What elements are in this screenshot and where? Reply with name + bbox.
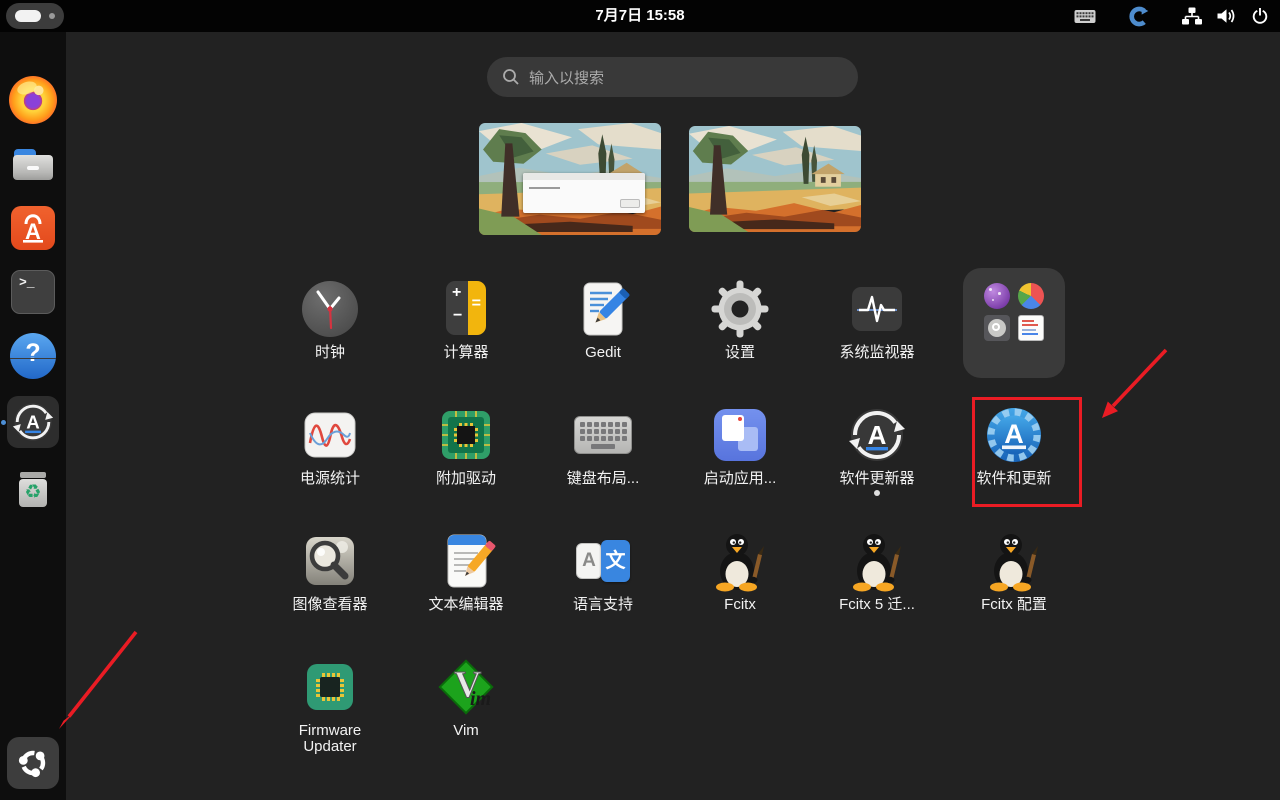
- running-indicator-dot: [874, 490, 880, 496]
- network-wired-icon[interactable]: [1181, 6, 1203, 26]
- app-label: 语言支持: [548, 597, 658, 613]
- annotation-highlight-box: [972, 397, 1082, 507]
- settings-gear-icon: [708, 277, 772, 341]
- app-label: 计算器: [411, 345, 521, 361]
- app-label: 附加驱动: [411, 471, 521, 487]
- gedit-icon: [571, 277, 635, 341]
- software-updater-icon: [845, 403, 909, 467]
- app-label: 启动应用...: [685, 471, 795, 487]
- trash-icon: ♻: [9, 464, 57, 512]
- app-label: 系统监视器: [822, 345, 932, 361]
- dialog-window-thumbnail[interactable]: [523, 173, 645, 212]
- clock-icon: [298, 277, 362, 341]
- app-label: 设置: [685, 345, 795, 361]
- app-label: Gedit: [548, 345, 658, 361]
- app-label: 时钟: [275, 345, 385, 361]
- ubuntu-software-icon: A: [11, 206, 55, 250]
- app-folder-tools[interactable]: 工具: [959, 268, 1069, 388]
- app-label: 文本编辑器: [411, 597, 521, 613]
- search-icon: [502, 68, 520, 86]
- dock-terminal-button[interactable]: >_: [9, 268, 57, 316]
- vim-icon: V im: [434, 655, 498, 719]
- additional-drivers-icon: [434, 403, 498, 467]
- text-editor-icon: [434, 529, 498, 593]
- app-text-editor[interactable]: 文本编辑器: [411, 520, 521, 640]
- startup-applications-icon: [708, 403, 772, 467]
- terminal-icon: >_: [11, 270, 55, 314]
- app-keyboard-layout[interactable]: 键盘布局...: [548, 394, 658, 514]
- annotation-arrow-to-show-apps: [59, 632, 136, 729]
- status-tray[interactable]: [1074, 0, 1270, 32]
- software-and-updates-icon: [10, 399, 56, 445]
- power-statistics-icon: [298, 403, 362, 467]
- app-settings[interactable]: 设置: [685, 268, 795, 388]
- app-fcitx[interactable]: Fcitx: [685, 520, 795, 640]
- dock-software-and-updates-button[interactable]: [7, 396, 59, 448]
- dock-trash-button[interactable]: ♻: [9, 464, 57, 512]
- files-icon: [9, 140, 57, 188]
- app-software-updater[interactable]: 软件更新器: [822, 394, 932, 514]
- svg-text:im: im: [470, 688, 491, 710]
- app-gedit[interactable]: Gedit: [548, 268, 658, 388]
- app-label: Firmware Updater: [275, 723, 385, 755]
- image-viewer-icon: [298, 529, 362, 593]
- keyboard-layout-icon: [571, 403, 635, 467]
- fcitx-penguin-icon: [982, 529, 1046, 593]
- app-label: 电源统计: [275, 471, 385, 487]
- app-calculator[interactable]: +−= 计算器: [411, 268, 521, 388]
- app-label: 图像查看器: [275, 597, 385, 613]
- app-clock[interactable]: 时钟: [275, 268, 385, 388]
- volume-icon[interactable]: [1216, 6, 1237, 26]
- language-support-icon: A 文: [571, 529, 635, 593]
- dock-firefox-button[interactable]: [9, 76, 57, 124]
- calculator-icon: +−=: [434, 277, 498, 341]
- dock-help-button[interactable]: ?: [9, 332, 57, 380]
- app-fcitx5-migration[interactable]: Fcitx 5 迁...: [822, 520, 932, 640]
- dock-divider: [10, 358, 56, 359]
- app-label: Fcitx: [685, 597, 795, 613]
- fcitx-penguin-icon: [845, 529, 909, 593]
- search-input[interactable]: [527, 57, 841, 99]
- tools-folder-icon: [982, 277, 1046, 341]
- app-image-viewer[interactable]: 图像查看器: [275, 520, 385, 640]
- app-label: Vim: [411, 723, 521, 739]
- running-indicator-dot: [1, 420, 6, 425]
- app-vim[interactable]: V im Vim: [411, 646, 521, 766]
- annotation-arrow-to-software-and-updates: [1102, 350, 1166, 418]
- ubuntu-logo-icon: [15, 745, 51, 781]
- app-additional-drivers[interactable]: 附加驱动: [411, 394, 521, 514]
- system-monitor-icon: [845, 277, 909, 341]
- workspace-thumbnail-2[interactable]: [689, 126, 861, 232]
- dock-ubuntu-software-button[interactable]: A: [9, 204, 57, 252]
- app-label: 键盘布局...: [548, 471, 658, 487]
- firmware-updater-icon: [298, 655, 362, 719]
- search-bar[interactable]: [487, 57, 858, 97]
- app-startup-applications[interactable]: 启动应用...: [685, 394, 795, 514]
- firefox-icon: [9, 76, 57, 124]
- app-label: 软件更新器: [822, 471, 932, 487]
- dock: A >_ ? ♻: [0, 32, 66, 800]
- app-power-statistics[interactable]: 电源统计: [275, 394, 385, 514]
- app-system-monitor[interactable]: 系统监视器: [822, 268, 932, 388]
- show-apps-button[interactable]: [7, 737, 59, 789]
- app-firmware-updater[interactable]: Firmware Updater: [275, 646, 385, 766]
- fcitx-penguin-icon: [708, 529, 772, 593]
- wallpaper: [689, 126, 861, 232]
- app-language-support[interactable]: A 文 语言支持: [548, 520, 658, 640]
- fcitx-input-method-icon[interactable]: [1128, 6, 1149, 27]
- app-fcitx-config[interactable]: Fcitx 配置: [959, 520, 1069, 640]
- app-label: Fcitx 配置: [959, 597, 1069, 613]
- top-bar: 7月7日 15:58: [0, 0, 1280, 32]
- workspace-thumbnail-1[interactable]: [479, 123, 661, 235]
- help-icon: ?: [10, 333, 56, 379]
- power-icon[interactable]: [1250, 6, 1270, 26]
- dock-files-button[interactable]: [9, 140, 57, 188]
- app-label: Fcitx 5 迁...: [822, 597, 932, 613]
- keyboard-icon[interactable]: [1074, 9, 1096, 24]
